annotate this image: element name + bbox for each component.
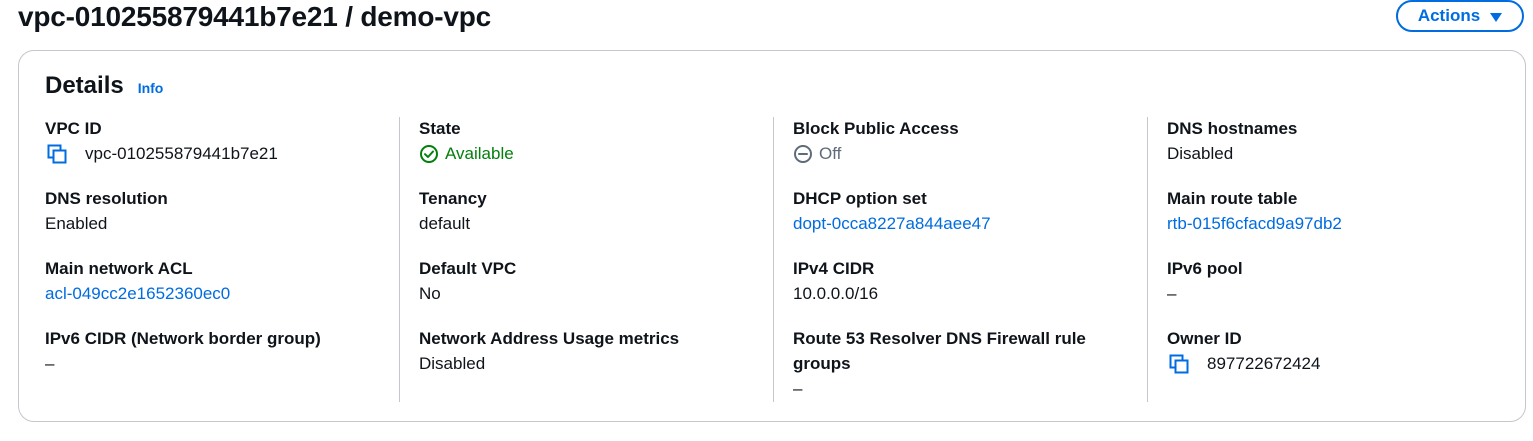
default-vpc-value: No: [419, 284, 441, 303]
owner-id-field: Owner ID 897722672424: [1167, 326, 1507, 376]
status-off-icon: [793, 144, 813, 164]
main-network-acl-link[interactable]: acl-049cc2e1652360ec0: [45, 281, 230, 306]
nau-metrics-value: Disabled: [419, 354, 486, 373]
state-label: State: [419, 119, 461, 138]
page-title: vpc-010255879441b7e21 / demo-vpc: [18, 1, 492, 32]
dhcp-option-set-label: DHCP option set: [793, 189, 927, 208]
tenancy-label: Tenancy: [419, 189, 487, 208]
nau-metrics-label: Network Address Usage metrics: [419, 329, 680, 348]
dns-hostnames-field: DNS hostnames Disabled: [1167, 116, 1507, 166]
ipv6-pool-value: –: [1167, 284, 1177, 303]
details-title: Details: [45, 72, 124, 99]
block-public-access-field: Block Public Access Off: [793, 116, 1133, 166]
copy-icon[interactable]: [1169, 352, 1195, 376]
default-vpc-field: Default VPC No: [419, 256, 759, 306]
default-vpc-label: Default VPC: [419, 259, 517, 278]
owner-id-value: 897722672424: [1207, 354, 1321, 373]
ipv4-cidr-label: IPv4 CIDR: [793, 259, 875, 278]
dns-hostnames-label: DNS hostnames: [1167, 119, 1298, 138]
state-field: State Available: [419, 116, 759, 166]
dns-hostnames-value: Disabled: [1167, 144, 1234, 163]
tenancy-value: default: [419, 214, 471, 233]
ipv6-cidr-value: –: [45, 354, 55, 373]
copy-icon[interactable]: [47, 142, 73, 166]
route53-firewall-value: –: [793, 379, 803, 398]
dhcp-option-set-field: DHCP option set dopt-0cca8227a844aee47: [793, 186, 1133, 236]
details-panel: Details Info VPC ID vpc-010255879441b7e2…: [18, 50, 1526, 422]
status-success-icon: [419, 144, 439, 164]
main-route-table-field: Main route table rtb-015f6cfacd9a97db2: [1167, 186, 1507, 236]
tenancy-field: Tenancy default: [419, 186, 759, 236]
actions-button[interactable]: Actions: [1396, 0, 1524, 32]
vpc-id-value-row: vpc-010255879441b7e21: [45, 141, 385, 166]
block-public-access-value: Off: [819, 144, 842, 163]
column-divider: [773, 117, 774, 402]
block-public-access-label: Block Public Access: [793, 119, 959, 138]
main-route-table-link[interactable]: rtb-015f6cfacd9a97db2: [1167, 211, 1342, 236]
ipv6-cidr-field: IPv6 CIDR (Network border group) –: [45, 326, 385, 376]
vpc-id-value: vpc-010255879441b7e21: [85, 144, 278, 163]
ipv4-cidr-field: IPv4 CIDR 10.0.0.0/16: [793, 256, 1133, 306]
main-network-acl-label: Main network ACL: [45, 259, 193, 278]
route53-firewall-field: Route 53 Resolver DNS Firewall rule grou…: [793, 326, 1103, 401]
caret-down-icon: [1490, 12, 1503, 22]
ipv6-pool-label: IPv6 pool: [1167, 259, 1243, 278]
ipv4-cidr-value: 10.0.0.0/16: [793, 284, 879, 303]
column-divider: [1147, 117, 1148, 402]
vpc-id-field: VPC ID vpc-010255879441b7e21: [45, 116, 385, 166]
vpc-id-label: VPC ID: [45, 119, 102, 138]
column-divider: [399, 117, 400, 402]
dns-resolution-field: DNS resolution Enabled: [45, 186, 385, 236]
owner-id-label: Owner ID: [1167, 329, 1242, 348]
ipv6-cidr-label: IPv6 CIDR (Network border group): [45, 329, 321, 348]
owner-id-value-row: 897722672424: [1167, 351, 1507, 376]
main-route-table-label: Main route table: [1167, 189, 1298, 208]
dhcp-option-set-link[interactable]: dopt-0cca8227a844aee47: [793, 211, 991, 236]
details-header: Details Info: [45, 72, 163, 100]
nau-metrics-field: Network Address Usage metrics Disabled: [419, 326, 759, 376]
main-network-acl-field: Main network ACL acl-049cc2e1652360ec0: [45, 256, 385, 306]
info-link[interactable]: Info: [138, 80, 164, 96]
dns-resolution-value: Enabled: [45, 214, 108, 233]
state-value-row: Available: [419, 141, 759, 166]
dns-resolution-label: DNS resolution: [45, 189, 168, 208]
route53-firewall-label: Route 53 Resolver DNS Firewall rule grou…: [793, 329, 1086, 373]
ipv6-pool-field: IPv6 pool –: [1167, 256, 1507, 306]
state-value: Available: [445, 144, 514, 163]
block-public-access-value-row: Off: [793, 141, 1133, 166]
actions-label: Actions: [1417, 6, 1481, 25]
